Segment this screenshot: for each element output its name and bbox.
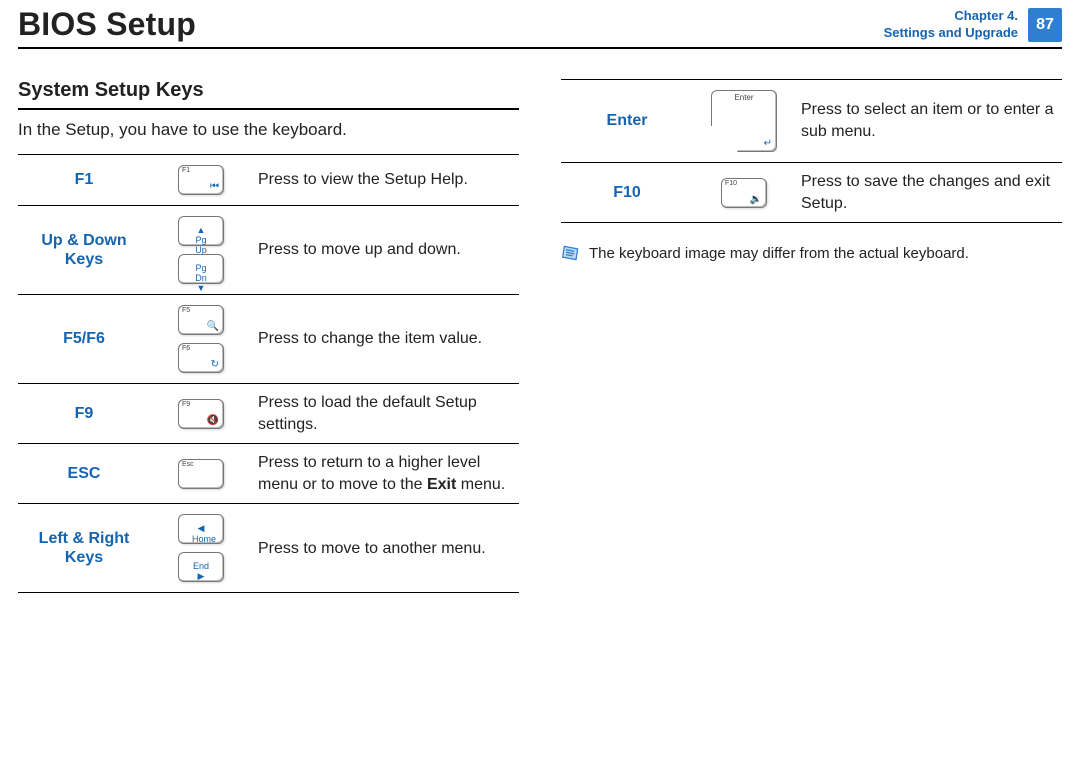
keycap: ◀ Home bbox=[178, 514, 224, 544]
key-name: Left & Right Keys bbox=[18, 504, 150, 593]
keycap: F1⏮ bbox=[178, 165, 224, 195]
key-image: F1⏮ bbox=[150, 155, 252, 206]
key-image: ▲ Pg Up Pg Dn ▼ bbox=[150, 206, 252, 295]
table-row: ESC Esc Press to return to a higher leve… bbox=[18, 444, 519, 504]
key-image: Esc bbox=[150, 444, 252, 504]
page-title: BIOS Setup bbox=[18, 6, 196, 43]
section-title: System Setup Keys bbox=[18, 79, 519, 110]
chapter-line1: Chapter 4. bbox=[954, 8, 1018, 23]
keycap: End ▶ bbox=[178, 552, 224, 582]
note-text: The keyboard image may differ from the a… bbox=[589, 245, 969, 262]
key-image: F10🔉 bbox=[693, 163, 795, 223]
keycap: F10🔉 bbox=[721, 178, 767, 208]
key-name: Enter bbox=[561, 80, 693, 163]
table-row: Up & Down Keys ▲ Pg Up Pg Dn ▼ Press to m… bbox=[18, 206, 519, 295]
key-name: F1 bbox=[18, 155, 150, 206]
key-image: Enter↵ bbox=[693, 80, 795, 163]
key-name: F9 bbox=[18, 384, 150, 444]
keys-table-right: Enter Enter↵ Press to select an item or … bbox=[561, 79, 1062, 223]
section-lead: In the Setup, you have to use the keyboa… bbox=[18, 120, 519, 140]
keys-table-left: F1 F1⏮ Press to view the Setup Help. Up … bbox=[18, 154, 519, 593]
table-row: F5/F6 F5🔍F6↻ Press to change the item va… bbox=[18, 295, 519, 384]
key-desc: Press to save the changes and exit Setup… bbox=[795, 163, 1062, 223]
key-name: ESC bbox=[18, 444, 150, 504]
key-name: F10 bbox=[561, 163, 693, 223]
table-row: F10 F10🔉 Press to save the changes and e… bbox=[561, 163, 1062, 223]
keycap: F9🔇 bbox=[178, 399, 224, 429]
left-column: System Setup Keys In the Setup, you have… bbox=[18, 79, 519, 593]
keycap: F6↻ bbox=[178, 343, 224, 373]
key-desc: Press to select an item or to enter a su… bbox=[795, 80, 1062, 163]
key-name: Up & Down Keys bbox=[18, 206, 150, 295]
table-row: F1 F1⏮ Press to view the Setup Help. bbox=[18, 155, 519, 206]
page-number-badge: 87 bbox=[1028, 8, 1062, 42]
key-desc: Press to move up and down. bbox=[252, 206, 519, 295]
key-image: F9🔇 bbox=[150, 384, 252, 444]
chapter-block: Chapter 4. Settings and Upgrade 87 bbox=[884, 8, 1062, 42]
table-row: Enter Enter↵ Press to select an item or … bbox=[561, 80, 1062, 163]
keycap: F5🔍 bbox=[178, 305, 224, 335]
key-image: ◀ Home End ▶ bbox=[150, 504, 252, 593]
keycap: Esc bbox=[178, 459, 224, 489]
key-image: F5🔍F6↻ bbox=[150, 295, 252, 384]
note-icon bbox=[561, 243, 581, 263]
key-desc: Press to view the Setup Help. bbox=[252, 155, 519, 206]
key-desc: Press to change the item value. bbox=[252, 295, 519, 384]
key-name: F5/F6 bbox=[18, 295, 150, 384]
page-header: BIOS Setup Chapter 4. Settings and Upgra… bbox=[18, 6, 1062, 49]
key-desc: Press to load the default Setup settings… bbox=[252, 384, 519, 444]
chapter-line2: Settings and Upgrade bbox=[884, 25, 1018, 40]
right-column: Enter Enter↵ Press to select an item or … bbox=[561, 79, 1062, 593]
keycap: Pg Dn ▼ bbox=[178, 254, 224, 284]
table-row: F9 F9🔇 Press to load the default Setup s… bbox=[18, 384, 519, 444]
table-row: Left & Right Keys ◀ Home End ▶ Press to m… bbox=[18, 504, 519, 593]
key-desc: Press to return to a higher level menu o… bbox=[252, 444, 519, 504]
keycap: Enter↵ bbox=[711, 90, 777, 152]
key-desc: Press to move to another menu. bbox=[252, 504, 519, 593]
chapter-label: Chapter 4. Settings and Upgrade bbox=[884, 8, 1018, 41]
note-row: The keyboard image may differ from the a… bbox=[561, 235, 1062, 263]
keycap: ▲ Pg Up bbox=[178, 216, 224, 246]
